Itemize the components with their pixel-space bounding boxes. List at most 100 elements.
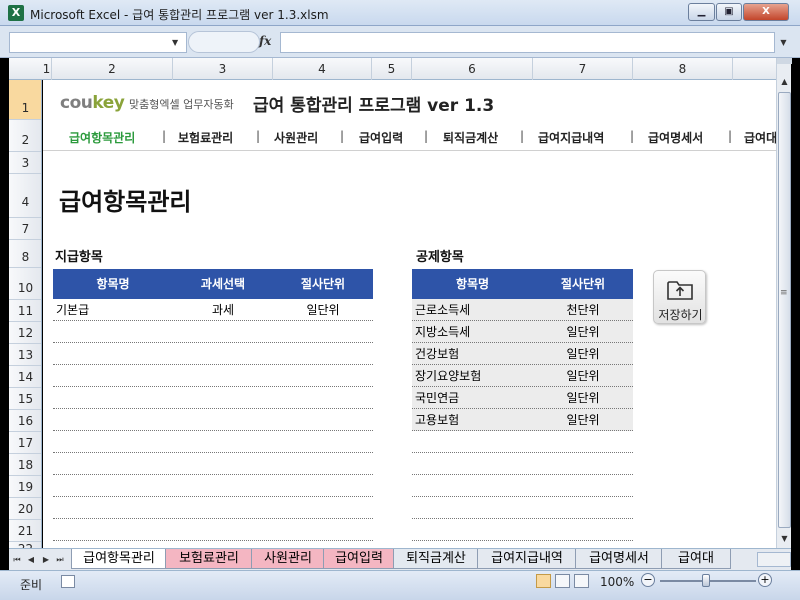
sheet-tab[interactable]: 보험료관리 xyxy=(165,549,253,569)
column-header[interactable]: 4 xyxy=(273,58,372,80)
nav-item-payment-history[interactable]: 급여지급내역 xyxy=(538,129,604,146)
table-cell[interactable]: 일단위 xyxy=(533,387,633,409)
column-header-rounding-unit[interactable]: 절사단위 xyxy=(533,269,633,299)
worksheet[interactable]: coukey 맞춤형엑셀 업무자동화 급여 통합관리 프로그램 ver 1.3 … xyxy=(43,80,776,548)
close-button[interactable]: X xyxy=(743,3,789,21)
table-cell[interactable] xyxy=(173,453,273,475)
excel-app-icon[interactable]: X xyxy=(8,5,24,21)
split-handle[interactable] xyxy=(777,58,792,64)
table-cell[interactable]: 일단위 xyxy=(273,299,373,321)
table-row[interactable] xyxy=(53,321,373,343)
nav-item-insurance[interactable]: 보험료관리 xyxy=(178,129,233,146)
table-cell[interactable]: 장기요양보험 xyxy=(412,365,533,387)
prev-sheet-icon[interactable]: ◀ xyxy=(25,552,37,567)
table-cell[interactable]: 건강보험 xyxy=(412,343,533,365)
table-cell[interactable] xyxy=(173,387,273,409)
table-row[interactable]: 기본급 과세 일단위 xyxy=(53,299,373,321)
table-cell[interactable] xyxy=(53,475,173,497)
last-sheet-icon[interactable]: ⏭ xyxy=(54,552,66,567)
macro-record-icon[interactable] xyxy=(61,575,75,588)
row-header[interactable]: 18 xyxy=(9,454,41,476)
table-cell[interactable]: 기본급 xyxy=(53,299,173,321)
sheet-tab[interactable]: 사원관리 xyxy=(251,549,325,569)
sheet-tab[interactable]: 급여지급내역 xyxy=(477,549,577,569)
nav-item-payslip[interactable]: 급여명세서 xyxy=(648,129,703,146)
table-cell[interactable] xyxy=(273,409,373,431)
column-header-item-name[interactable]: 항목명 xyxy=(53,269,173,299)
first-sheet-icon[interactable]: ⏮ xyxy=(11,552,23,567)
sheet-tab[interactable]: 퇴직금계산 xyxy=(393,549,479,569)
table-row[interactable]: 국민연금 일단위 xyxy=(412,387,633,409)
table-cell[interactable] xyxy=(173,431,273,453)
table-row[interactable] xyxy=(53,453,373,475)
sheet-tab[interactable]: 급여명세서 xyxy=(575,549,663,569)
table-cell[interactable] xyxy=(53,365,173,387)
table-cell[interactable] xyxy=(412,519,533,541)
table-cell[interactable]: 국민연금 xyxy=(412,387,533,409)
zoom-slider-thumb[interactable] xyxy=(702,574,710,587)
table-cell[interactable] xyxy=(412,431,533,453)
table-cell[interactable]: 지방소득세 xyxy=(412,321,533,343)
save-button[interactable]: 저장하기 xyxy=(653,270,706,324)
nav-item-employees[interactable]: 사원관리 xyxy=(274,129,318,146)
minimize-button[interactable]: ▁ xyxy=(688,3,715,21)
column-header-tax-option[interactable]: 과세선택 xyxy=(173,269,273,299)
table-cell[interactable]: 일단위 xyxy=(533,409,633,431)
formula-input[interactable] xyxy=(280,32,775,53)
name-box[interactable] xyxy=(9,32,187,53)
table-cell[interactable] xyxy=(273,497,373,519)
row-header[interactable]: 3 xyxy=(9,152,41,174)
table-row[interactable] xyxy=(412,431,633,453)
table-row[interactable]: 장기요양보험 일단위 xyxy=(412,365,633,387)
table-cell[interactable]: 일단위 xyxy=(533,365,633,387)
scroll-up-icon[interactable]: ▲ xyxy=(777,74,792,90)
table-cell[interactable] xyxy=(273,387,373,409)
table-cell[interactable]: 천단위 xyxy=(533,299,633,321)
table-cell[interactable] xyxy=(173,409,273,431)
row-header[interactable]: 8 xyxy=(9,240,41,268)
row-header[interactable]: 4 xyxy=(9,174,41,218)
table-cell[interactable] xyxy=(173,519,273,541)
table-row[interactable]: 건강보험 일단위 xyxy=(412,343,633,365)
row-header[interactable]: 13 xyxy=(9,344,41,366)
table-row[interactable] xyxy=(53,519,373,541)
row-header[interactable]: 17 xyxy=(9,432,41,454)
row-header[interactable]: 20 xyxy=(9,498,41,520)
table-cell[interactable] xyxy=(273,365,373,387)
table-cell[interactable] xyxy=(53,453,173,475)
table-cell[interactable] xyxy=(53,321,173,343)
zoom-level[interactable]: 100% xyxy=(600,575,634,589)
row-header[interactable]: 19 xyxy=(9,476,41,498)
table-cell[interactable] xyxy=(273,321,373,343)
table-cell[interactable] xyxy=(273,453,373,475)
table-cell[interactable]: 일단위 xyxy=(533,321,633,343)
table-row[interactable] xyxy=(412,475,633,497)
column-header[interactable]: 8 xyxy=(633,58,733,80)
row-header[interactable]: 12 xyxy=(9,322,41,344)
table-cell[interactable] xyxy=(173,497,273,519)
table-row[interactable] xyxy=(412,453,633,475)
table-row[interactable] xyxy=(53,387,373,409)
table-row[interactable]: 지방소득세 일단위 xyxy=(412,321,633,343)
column-header[interactable]: 7 xyxy=(533,58,633,80)
table-cell[interactable] xyxy=(273,475,373,497)
table-cell[interactable] xyxy=(273,343,373,365)
sheet-tab[interactable]: 급여입력 xyxy=(323,549,395,569)
table-cell[interactable] xyxy=(533,453,633,475)
scroll-thumb[interactable] xyxy=(778,92,791,528)
zoom-in-button[interactable]: + xyxy=(758,573,772,587)
table-cell[interactable]: 근로소득세 xyxy=(412,299,533,321)
column-header[interactable]: 5 xyxy=(372,58,412,80)
zoom-out-button[interactable]: − xyxy=(641,573,655,587)
table-cell[interactable] xyxy=(273,431,373,453)
table-cell[interactable] xyxy=(53,431,173,453)
horizontal-scrollbar[interactable] xyxy=(757,552,791,567)
nav-item-payroll-ledger[interactable]: 급여대 xyxy=(744,129,776,146)
sheet-tab[interactable]: 급여대 xyxy=(661,549,731,569)
sheet-tab[interactable]: 급여항목관리 xyxy=(71,549,167,569)
column-header[interactable]: 6 xyxy=(412,58,533,80)
row-header[interactable]: 15 xyxy=(9,388,41,410)
table-cell[interactable] xyxy=(173,343,273,365)
table-cell[interactable] xyxy=(533,475,633,497)
table-row[interactable] xyxy=(53,365,373,387)
